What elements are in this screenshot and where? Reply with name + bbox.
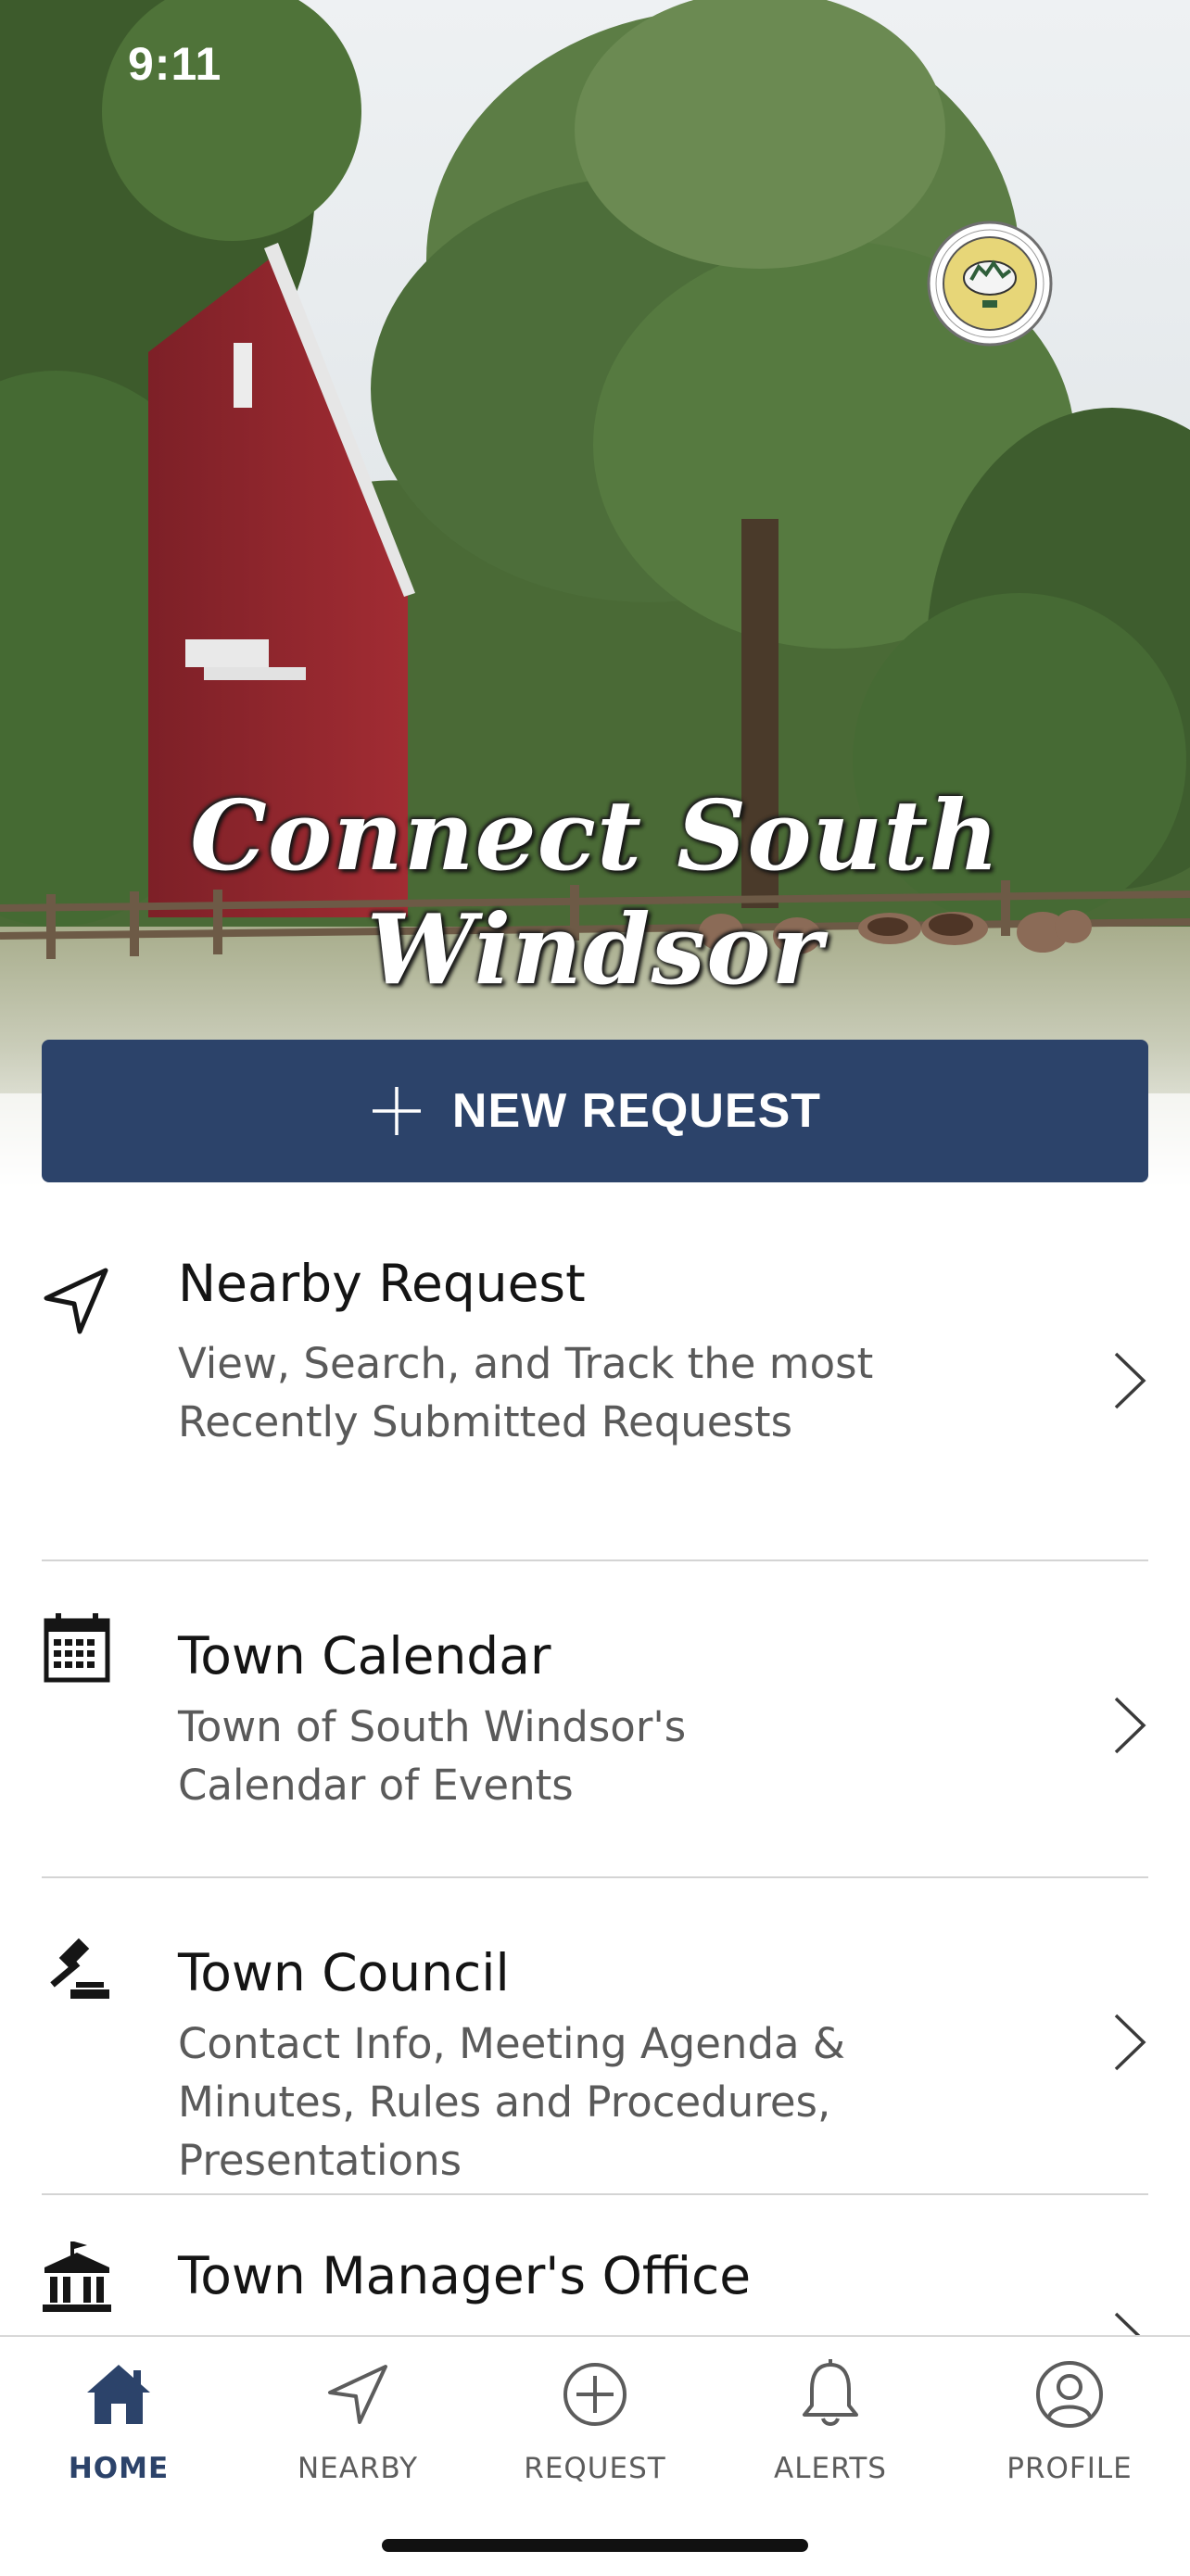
home-indicator[interactable] bbox=[382, 2539, 808, 2552]
menu-item-title: Town Calendar bbox=[178, 1626, 551, 1686]
chevron-right-icon bbox=[1114, 1352, 1146, 1409]
gavel-icon bbox=[50, 1938, 109, 1999]
tab-nearby[interactable]: NEARBY bbox=[256, 2337, 460, 2504]
menu-item-town-managers-office[interactable]: Town Manager's Office bbox=[0, 2195, 1190, 2369]
hero-title: Connect South Windsor bbox=[190, 778, 1000, 1006]
menu-item-description: Town of South Windsor's Calendar of Even… bbox=[178, 1702, 687, 1810]
new-request-label: NEW REQUEST bbox=[451, 1084, 822, 1138]
tab-request[interactable]: REQUEST bbox=[493, 2337, 697, 2504]
plus-icon bbox=[372, 1087, 421, 1135]
chevron-right-icon bbox=[1114, 1697, 1146, 1754]
hero-farm-photo bbox=[0, 0, 1190, 1191]
tab-profile[interactable]: PROFILE bbox=[968, 2337, 1171, 2504]
menu-item-title: Nearby Request bbox=[178, 1254, 586, 1313]
government-building-icon bbox=[43, 2241, 111, 2312]
menu-item-description: View, Search, and Track the most Recentl… bbox=[178, 1339, 874, 1446]
menu-item-nearby-request[interactable]: Nearby Request View, Search, and Track t… bbox=[0, 1191, 1190, 1559]
menu-item-title: Town Council bbox=[178, 1943, 510, 2002]
calendar-icon bbox=[44, 1613, 110, 1683]
menu-item-description: Contact Info, Meeting Agenda & Minutes, … bbox=[178, 2019, 845, 2185]
menu-item-town-calendar[interactable]: Town Calendar Town of South Windsor's Ca… bbox=[0, 1561, 1190, 1876]
tab-label: ALERTS bbox=[774, 2452, 887, 2485]
hero-banner: 9:11 Connect South Windsor NEW REQUEST bbox=[0, 0, 1190, 1191]
bell-icon bbox=[803, 2359, 858, 2426]
navigation-arrow-icon bbox=[44, 1268, 108, 1334]
user-circle-icon bbox=[1036, 2361, 1103, 2428]
tab-alerts[interactable]: ALERTS bbox=[728, 2337, 932, 2504]
tab-home[interactable]: HOME bbox=[17, 2337, 221, 2504]
menu-item-town-council[interactable]: Town Council Contact Info, Meeting Agend… bbox=[0, 1878, 1190, 2193]
menu-item-title: Town Manager's Office bbox=[178, 2246, 752, 2305]
new-request-button[interactable]: NEW REQUEST bbox=[42, 1040, 1148, 1182]
tab-label: REQUEST bbox=[524, 2452, 666, 2485]
chevron-right-icon bbox=[1114, 2014, 1146, 2071]
tab-label: NEARBY bbox=[297, 2452, 419, 2485]
tab-label: PROFILE bbox=[1006, 2452, 1133, 2485]
navigation-arrow-icon bbox=[328, 2365, 387, 2424]
plus-circle-icon bbox=[563, 2363, 627, 2426]
tab-label: HOME bbox=[68, 2452, 170, 2485]
home-icon bbox=[87, 2365, 150, 2424]
town-seal-logo bbox=[927, 221, 1053, 347]
status-bar-time: 9:11 bbox=[128, 38, 222, 90]
